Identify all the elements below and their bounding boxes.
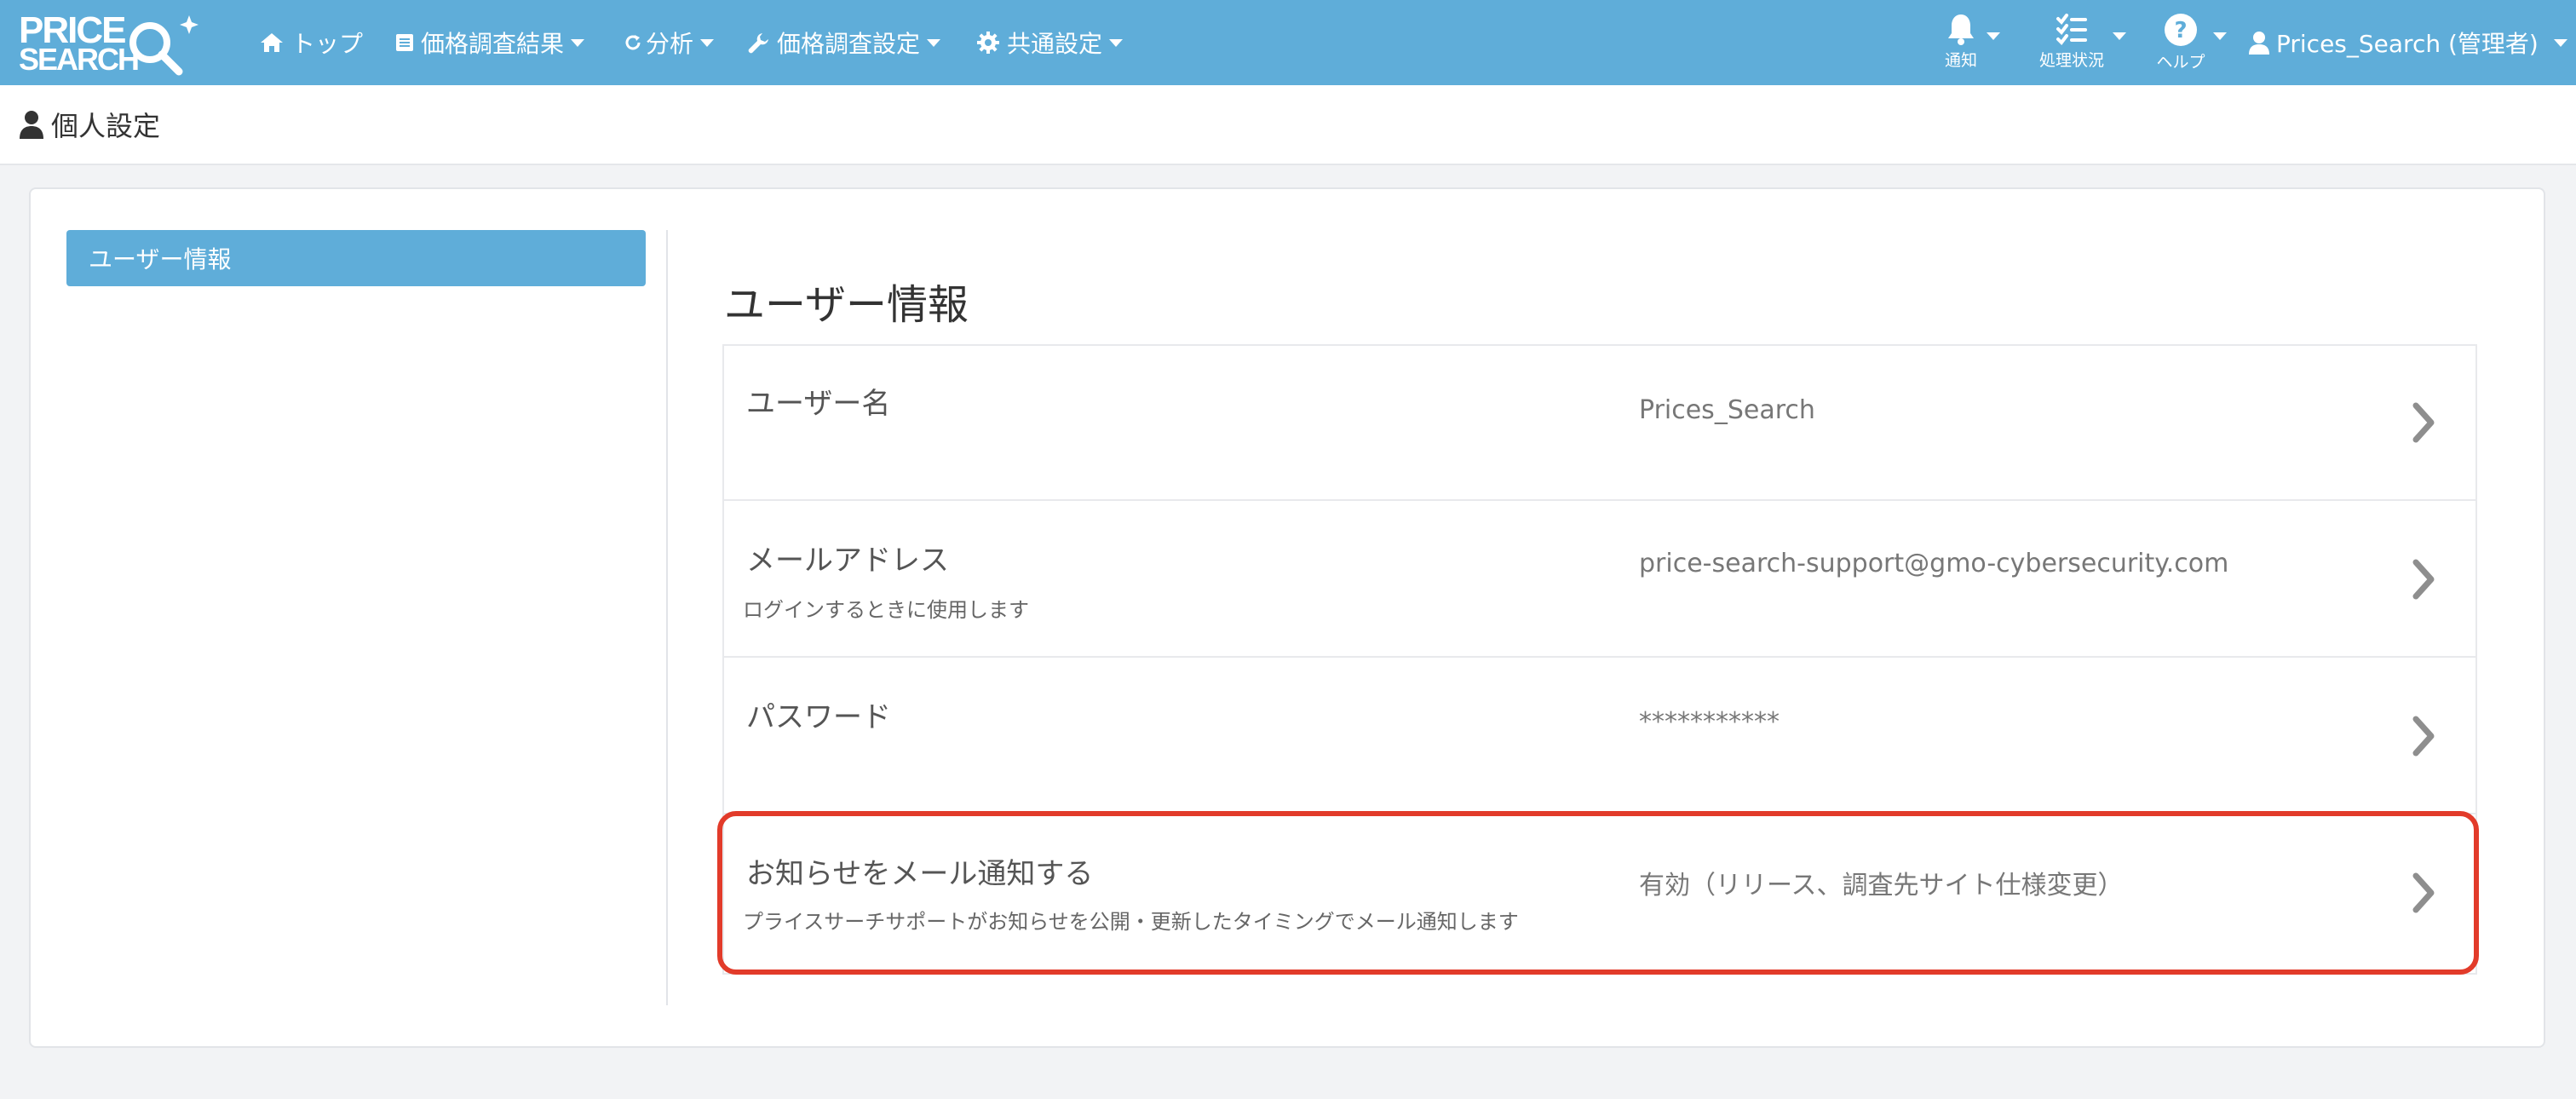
nav-price-results-label: 価格調査結果 xyxy=(421,30,565,58)
help-icon: ? xyxy=(2165,14,2197,46)
nav-analysis[interactable]: 分析 xyxy=(624,24,715,61)
user-menu[interactable]: Prices_Search (管理者) xyxy=(2249,24,2567,61)
settings-row-email-notification[interactable]: お知らせをメール通知する プライスサーチサポートがお知らせを公開・更新したタイミ… xyxy=(722,814,2477,971)
row-value: Prices_Search xyxy=(1639,395,1815,425)
top-navbar: PRICE SEARCH トップ 価格調査結果 分析 価格調査設定 共通設定 通… xyxy=(0,0,2576,85)
nav-price-settings[interactable]: 価格調査設定 xyxy=(746,24,941,61)
row-value: *********** xyxy=(1639,707,1780,737)
sidebar-item-label: ユーザー情報 xyxy=(89,245,232,273)
notification-label: 通知 xyxy=(1944,51,1977,70)
chevron-down-icon xyxy=(700,38,715,47)
chevron-down-icon xyxy=(571,38,585,47)
row-description: ログインするときに使用します xyxy=(743,598,1029,622)
nav-common-settings[interactable]: 共通設定 xyxy=(976,24,1124,61)
user-menu-label: Prices_Search (管理者) xyxy=(2276,30,2539,58)
page-header: 個人設定 xyxy=(0,85,2576,165)
chevron-down-icon xyxy=(927,38,941,47)
chevron-right-icon xyxy=(2412,872,2435,913)
settings-row-username[interactable]: ユーザー名 Prices_Search xyxy=(722,344,2477,501)
divider xyxy=(666,230,668,1005)
status-menu[interactable]: 処理状況 xyxy=(2031,12,2113,77)
nav-price-results[interactable]: 価格調査結果 xyxy=(395,24,585,61)
sidebar-item-user-info[interactable]: ユーザー情報 xyxy=(66,230,646,286)
page-title-text: 個人設定 xyxy=(51,110,161,142)
chevron-down-icon[interactable] xyxy=(2213,32,2227,40)
nav-analysis-label: 分析 xyxy=(646,30,694,58)
chevron-right-icon xyxy=(2412,402,2435,443)
home-icon xyxy=(259,32,285,54)
refresh-icon xyxy=(624,33,642,52)
nav-price-settings-label: 価格調査設定 xyxy=(777,30,921,58)
row-value: price-search-support@gmo-cybersecurity.c… xyxy=(1639,549,2229,578)
user-icon xyxy=(2249,31,2269,55)
chevron-down-icon[interactable] xyxy=(2113,32,2126,40)
chevron-down-icon[interactable] xyxy=(1987,32,2000,40)
settings-row-email[interactable]: メールアドレス ログインするときに使用します price-search-supp… xyxy=(722,501,2477,658)
row-value: 有効（リリース、調査先サイト仕様変更） xyxy=(1639,871,2124,900)
bell-icon xyxy=(1948,14,1974,45)
section-title: ユーザー情報 xyxy=(724,281,969,329)
user-icon xyxy=(20,111,43,139)
nav-top-label: トップ xyxy=(291,30,364,58)
status-label: 処理状況 xyxy=(2038,51,2104,70)
chevron-down-icon xyxy=(1109,38,1124,47)
magnifier-logo-icon xyxy=(129,15,198,76)
nav-top[interactable]: トップ xyxy=(259,24,363,61)
row-label: パスワード xyxy=(746,700,891,734)
notification-menu[interactable]: 通知 xyxy=(1935,12,1987,77)
settings-row-password[interactable]: パスワード *********** xyxy=(722,658,2477,814)
gear-icon xyxy=(976,31,1000,55)
row-label: お知らせをメール通知する xyxy=(746,857,1094,891)
chevron-down-icon xyxy=(2553,38,2567,47)
help-menu[interactable]: ? ヘルプ xyxy=(2150,12,2211,77)
task-list-icon xyxy=(2056,14,2087,46)
chevron-right-icon xyxy=(2412,716,2435,757)
wrench-icon xyxy=(746,31,770,55)
chevron-right-icon xyxy=(2412,559,2435,600)
page-title: 個人設定 xyxy=(19,104,160,145)
row-label: メールアドレス xyxy=(746,544,949,578)
row-label: ユーザー名 xyxy=(746,387,891,421)
svg-text:?: ? xyxy=(2174,18,2187,43)
list-icon xyxy=(395,32,414,53)
help-label: ヘルプ xyxy=(2156,53,2205,72)
row-description: プライスサーチサポートがお知らせを公開・更新したタイミングでメール通知します xyxy=(743,910,1519,934)
price-search-logo[interactable]: PRICE SEARCH xyxy=(19,12,203,76)
nav-common-settings-label: 共通設定 xyxy=(1007,30,1103,58)
